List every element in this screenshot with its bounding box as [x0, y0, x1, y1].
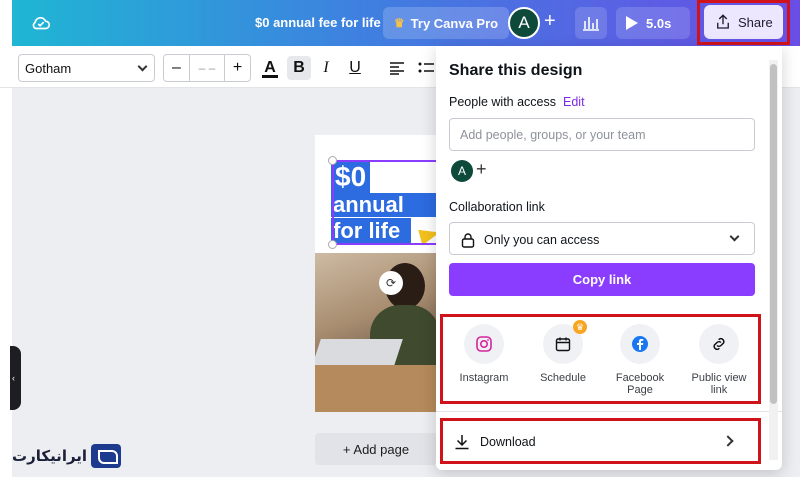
text-color-swatch [262, 75, 278, 78]
present-time: 5.0s [646, 15, 672, 31]
watermark-mark-icon [91, 444, 122, 468]
chevron-down-icon [137, 61, 148, 72]
resize-handle[interactable] [328, 156, 337, 165]
bold-button[interactable]: B [287, 56, 311, 80]
collapse-side-panel-button[interactable]: ‹ [10, 346, 21, 410]
people-with-access-label: People with access [449, 95, 557, 109]
share-label: Share [738, 14, 773, 30]
play-icon [626, 16, 638, 30]
cloud-sync-icon[interactable] [30, 12, 52, 34]
text-selection-box[interactable] [332, 160, 437, 245]
download-label: Download [480, 435, 536, 449]
invite-plus-button[interactable]: + [544, 10, 556, 33]
chevron-down-icon [729, 231, 740, 242]
copy-link-button[interactable]: Copy link [449, 263, 755, 296]
collaborator-avatar[interactable]: A [451, 160, 473, 182]
list-icon[interactable] [414, 56, 438, 80]
share-panel-title: Share this design [449, 62, 583, 79]
font-size-input[interactable]: – – [189, 55, 225, 81]
font-family-select[interactable]: Gotham [18, 54, 155, 82]
align-left-icon[interactable] [385, 56, 409, 80]
instagram-icon [476, 336, 492, 352]
share-option-label: Facebook Page [615, 372, 665, 396]
share-option-schedule[interactable]: ♛ Schedule [528, 320, 598, 384]
design-page[interactable]: $0 annual fee for life ⟳ [315, 135, 437, 412]
share-option-label: Public view link [691, 372, 747, 396]
font-family-value: Gotham [25, 61, 72, 76]
panel-divider [436, 411, 782, 412]
scrollbar-thumb[interactable] [770, 64, 777, 404]
calendar-icon [555, 337, 571, 352]
share-option-instagram[interactable]: Instagram [449, 324, 519, 384]
share-button[interactable]: Share [704, 5, 783, 39]
rotate-icon[interactable]: ⟳ [379, 271, 403, 295]
try-pro-label: Try Canva Pro [410, 15, 499, 31]
resize-handle[interactable] [328, 240, 337, 249]
text-color-button[interactable]: A [258, 56, 282, 80]
add-people-input[interactable]: Add people, groups, or your team [449, 118, 755, 151]
facebook-icon [632, 336, 648, 352]
font-size-increase-button[interactable]: + [225, 55, 250, 81]
try-canva-pro-button[interactable]: ♛ Try Canva Pro [383, 7, 509, 39]
bar-chart-icon [583, 17, 599, 31]
font-size-stepper: – – – + [163, 54, 251, 82]
chevron-left-icon: ‹ [12, 373, 15, 383]
crown-icon: ♛ [393, 16, 405, 30]
watermark-logo: ایرانیکارت [12, 443, 122, 469]
link-access-value: Only you can access [484, 233, 600, 247]
watermark-text: ایرانیکارت [12, 447, 88, 465]
pro-crown-badge-icon: ♛ [573, 320, 587, 334]
edit-access-link[interactable]: Edit [563, 95, 585, 109]
present-button[interactable]: 5.0s [616, 7, 690, 39]
underline-button[interactable]: U [343, 56, 367, 80]
link-access-select[interactable]: Only you can access [449, 222, 755, 255]
share-panel: Share this design People with access Edi… [436, 46, 782, 470]
photo-table [315, 365, 437, 412]
share-option-label: Instagram [459, 372, 509, 384]
woman-laptop-photo[interactable]: ⟳ [315, 253, 437, 412]
font-size-decrease-button[interactable]: – [164, 55, 189, 81]
document-title[interactable]: $0 annual fee for life [255, 15, 381, 30]
share-option-public-view-link[interactable]: Public view link [684, 324, 754, 396]
share-option-facebook-page[interactable]: Facebook Page [605, 324, 675, 396]
panel-scrollbar[interactable] [769, 60, 778, 460]
upload-icon [717, 14, 729, 29]
add-collaborator-button[interactable]: + [476, 159, 487, 180]
italic-button[interactable]: I [314, 56, 338, 80]
download-icon [455, 435, 469, 450]
link-icon [713, 337, 725, 351]
share-option-label: Schedule [540, 372, 586, 384]
user-avatar[interactable]: A [508, 7, 540, 39]
download-button[interactable]: Download [454, 434, 536, 450]
insights-button[interactable] [575, 7, 607, 39]
lock-icon [461, 233, 475, 248]
left-panel-edge [0, 88, 12, 477]
add-page-button[interactable]: + Add page [315, 433, 437, 465]
collaboration-link-label: Collaboration link [449, 200, 545, 214]
